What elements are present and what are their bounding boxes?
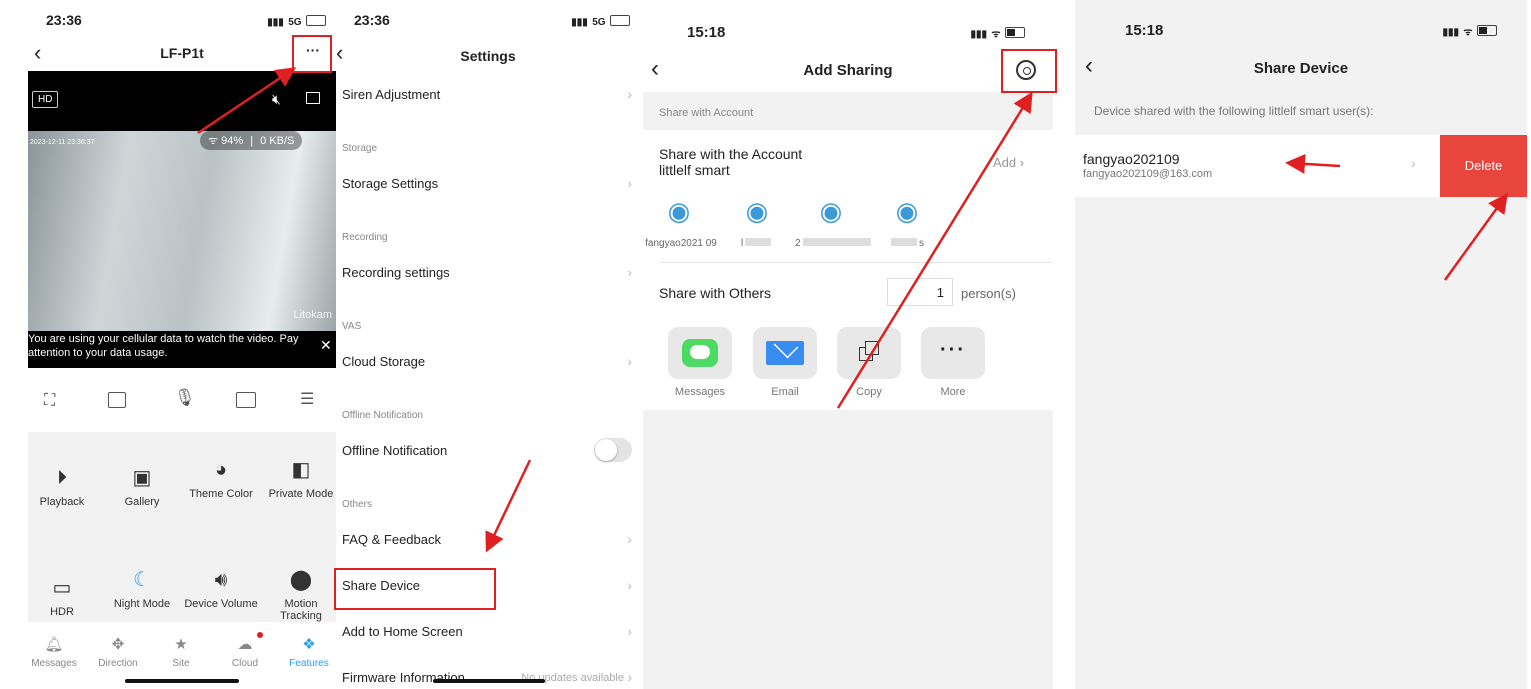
arrow-5: [1443, 192, 1508, 281]
arrow-3: [836, 91, 1033, 409]
arrow-4: [1285, 153, 1341, 174]
arrow-1: [197, 67, 297, 135]
arrow-2: [485, 459, 532, 553]
annotation-arrows: [197, 67, 1508, 553]
